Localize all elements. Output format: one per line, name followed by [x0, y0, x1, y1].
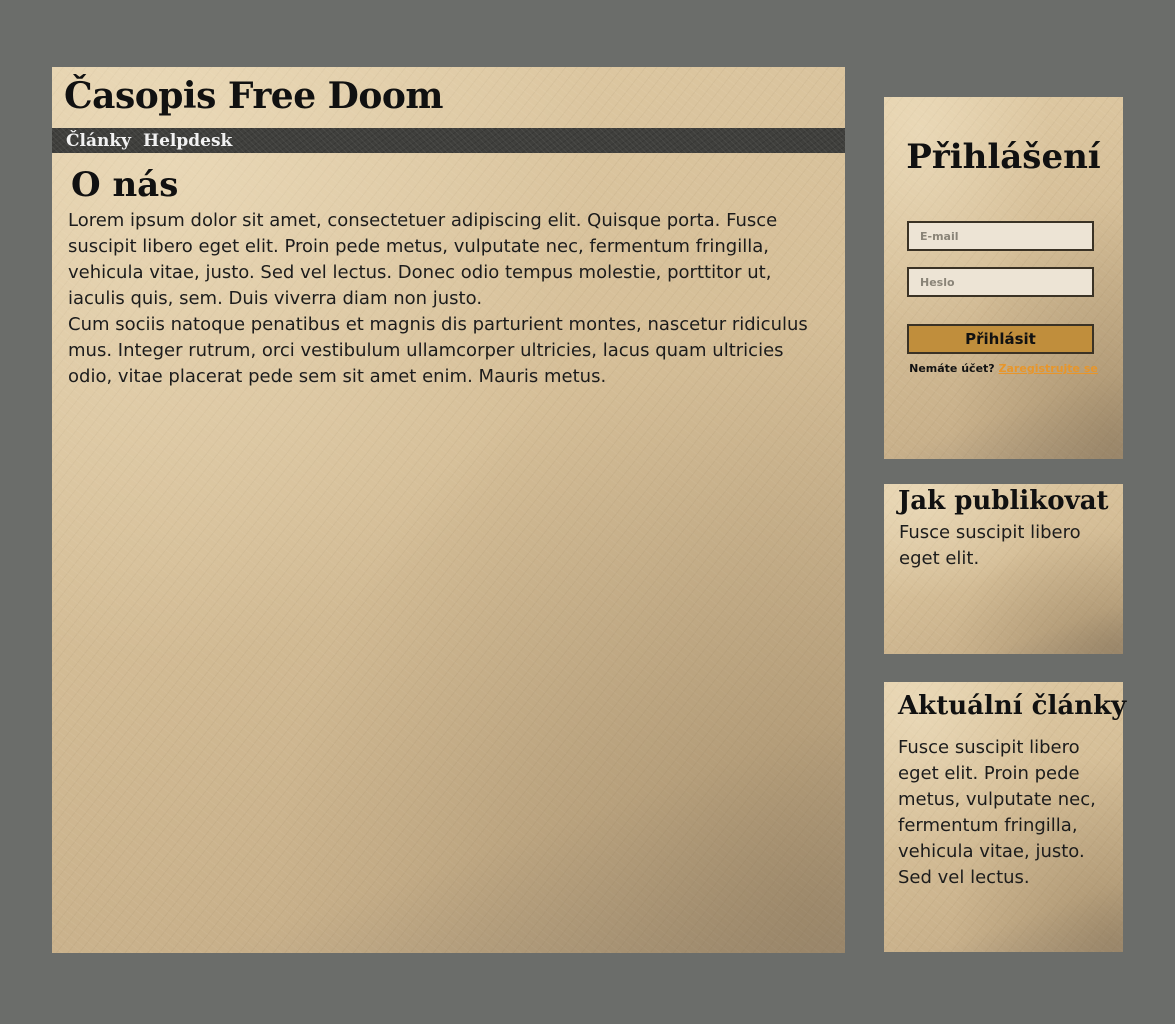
register-prompt: Nemáte účet? Zaregistrujte se	[884, 362, 1123, 375]
how-to-publish-box: Jak publikovat Fusce suscipit libero ege…	[884, 484, 1123, 654]
how-to-publish-heading: Jak publikovat	[898, 486, 1109, 516]
no-account-text: Nemáte účet?	[909, 362, 995, 375]
site-title: Časopis Free Doom	[64, 75, 443, 117]
login-panel: Přihlášení Přihlásit Nemáte účet? Zaregi…	[884, 97, 1123, 459]
password-field[interactable]	[907, 267, 1094, 297]
how-to-publish-text: Fusce suscipit libero eget elit.	[899, 522, 1081, 569]
main-nav-bar: Články Helpdesk	[52, 128, 845, 153]
about-text: Lorem ipsum dolor sit amet, consectetuer…	[68, 208, 828, 390]
recent-articles-text: Fusce suscipit libero eget elit. Proin p…	[898, 737, 1096, 888]
email-field[interactable]	[907, 221, 1094, 251]
about-paragraph: Cum sociis natoque penatibus et magnis d…	[68, 314, 808, 387]
about-paragraph: Lorem ipsum dolor sit amet, consectetuer…	[68, 210, 778, 309]
about-heading: O nás	[71, 165, 179, 205]
recent-articles-box: Aktuální články Fusce suscipit libero eg…	[884, 682, 1127, 952]
login-button[interactable]: Přihlásit	[907, 324, 1094, 354]
nav-item-articles[interactable]: Články	[66, 131, 131, 151]
login-title: Přihlášení	[906, 137, 1101, 177]
register-link[interactable]: Zaregistrujte se	[999, 362, 1098, 375]
recent-articles-heading: Aktuální články	[898, 691, 1127, 721]
main-content-panel: Časopis Free Doom Články Helpdesk O nás …	[52, 67, 845, 953]
nav-item-helpdesk[interactable]: Helpdesk	[143, 131, 232, 151]
